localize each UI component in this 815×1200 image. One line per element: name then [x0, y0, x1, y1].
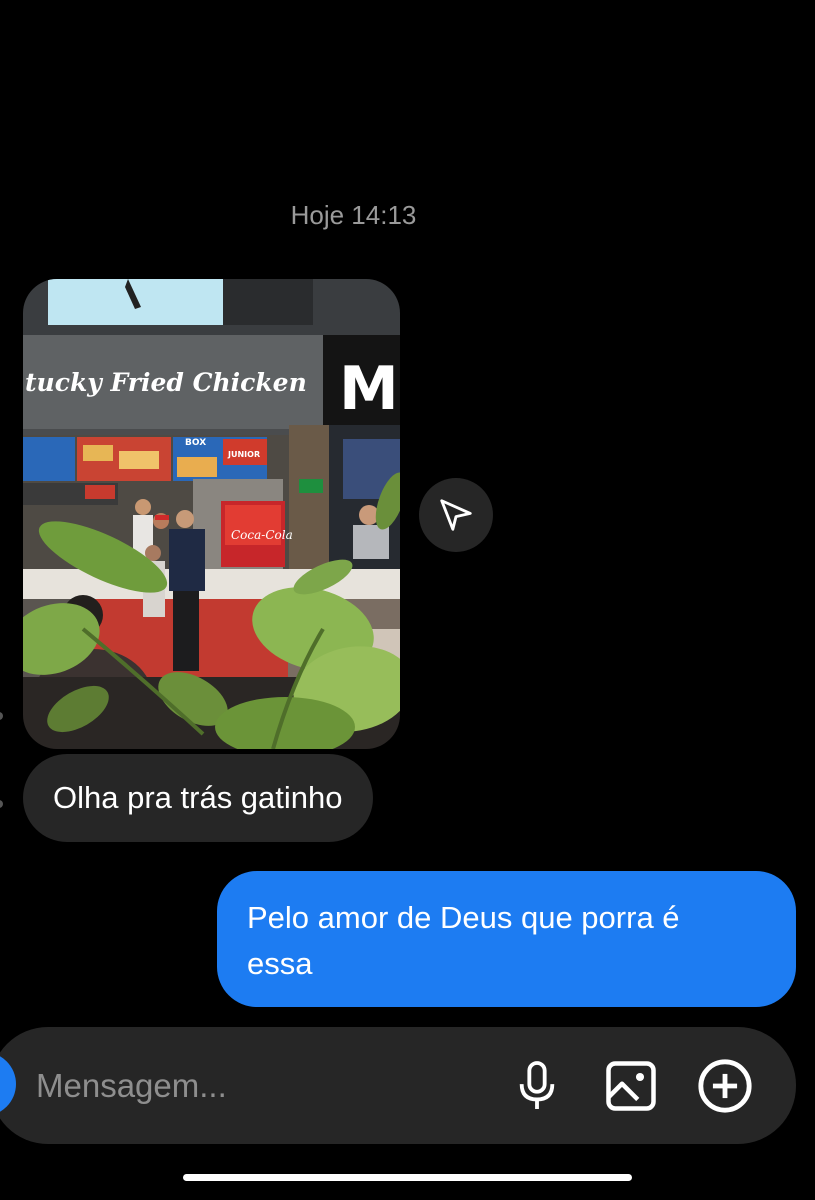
avatar-edge — [0, 712, 3, 720]
incoming-message-bubble[interactable]: Olha pra trás gatinho — [23, 754, 373, 842]
photo-sign-text: tucky Fried Chicken — [25, 368, 307, 397]
gallery-icon — [606, 1061, 656, 1111]
outgoing-message-bubble[interactable]: Pelo amor de Deus que porra é essa — [217, 871, 796, 1007]
avatar-edge — [0, 800, 3, 808]
outgoing-message-line: Pelo amor de Deus que porra é — [247, 900, 680, 935]
photo-logo-text: M — [339, 354, 399, 424]
photo-fridge-brand: Coca-Cola — [231, 528, 293, 542]
photo-kfc-restaurant: tucky Fried Chicken M BOX JUNIOR Coca-Co… — [23, 279, 400, 749]
dm-thread-screen: Hoje 14:13 tucky Fried Chicken M BOX JUN… — [0, 0, 815, 1200]
plus-circle-icon — [698, 1059, 752, 1113]
message-input[interactable] — [36, 1060, 476, 1112]
photo-board-box: BOX — [185, 438, 206, 448]
microphone-icon — [519, 1061, 555, 1109]
photo-board-junior: JUNIOR — [227, 450, 260, 459]
photo-message[interactable]: tucky Fried Chicken M BOX JUNIOR Coca-Co… — [23, 279, 400, 749]
message-timestamp: Hoje 14:13 — [290, 200, 417, 230]
share-button[interactable] — [419, 478, 493, 552]
voice-message-button[interactable] — [505, 1052, 569, 1120]
more-options-button[interactable] — [693, 1052, 757, 1120]
incoming-message-text: Olha pra trás gatinho — [53, 780, 343, 815]
paper-plane-icon — [440, 499, 472, 531]
gallery-button[interactable] — [599, 1052, 663, 1120]
outgoing-message-line: essa — [247, 946, 313, 981]
home-indicator[interactable] — [183, 1174, 632, 1181]
